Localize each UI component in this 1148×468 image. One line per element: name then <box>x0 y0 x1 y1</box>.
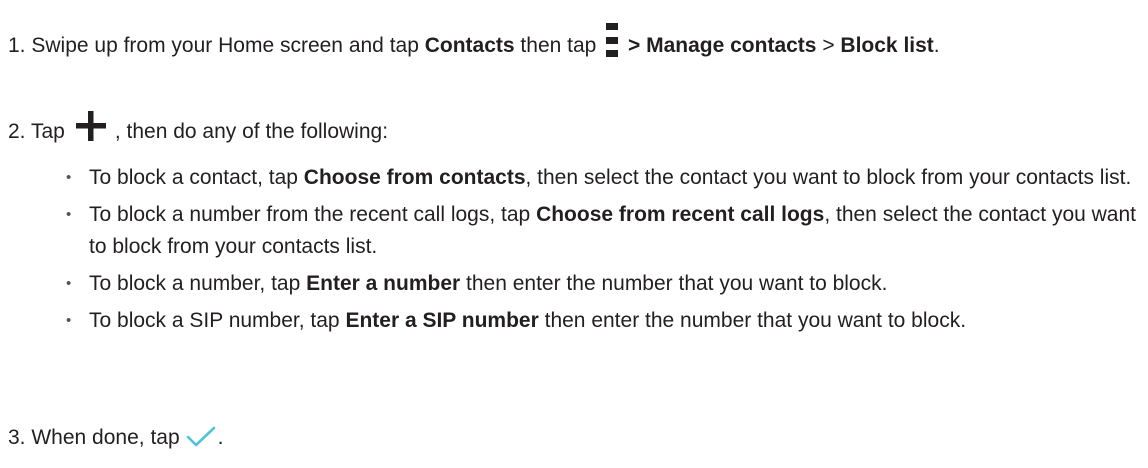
step-number: 2. <box>8 120 26 143</box>
step-2: 2. Tap , then do any of the following: <box>8 110 388 146</box>
menu-icon <box>606 23 619 57</box>
bullet-icon: • <box>66 169 72 186</box>
list-item: • To block a contact, tap Choose from con… <box>58 162 1138 194</box>
step-text: > <box>816 34 841 57</box>
check-icon <box>186 426 215 447</box>
choose-from-contacts-label: Choose from contacts <box>303 166 526 189</box>
bullet-icon: • <box>66 206 72 223</box>
block-list-label: Block list <box>840 34 934 57</box>
enter-a-number-label: Enter a number <box>306 272 461 295</box>
step-1: 1. Swipe up from your Home screen and ta… <box>8 23 940 60</box>
step-number: 3. <box>8 426 26 449</box>
list-item-text: To block a SIP number, tap <box>89 309 346 332</box>
list-item: • To block a number from the recent call … <box>58 199 1138 263</box>
step-text: When done, tap <box>31 426 180 449</box>
step-text: Swipe up from your Home screen and tap <box>31 34 425 57</box>
manage-contacts-label: > Manage contacts <box>622 34 817 57</box>
list-item: • To block a SIP number, tap Enter a SIP … <box>58 305 1138 337</box>
step-3: 3. When done, tap . <box>8 424 223 452</box>
options-list: • To block a contact, tap Choose from con… <box>58 162 1138 342</box>
bullet-icon: • <box>66 275 72 292</box>
choose-from-recent-call-logs-label: Choose from recent call logs <box>536 203 825 226</box>
step-text: then tap <box>514 34 603 57</box>
step-text: , then do any of the following: <box>114 120 389 143</box>
enter-a-sip-number-label: Enter a SIP number <box>345 309 539 332</box>
list-item-text: To block a number from the recent call l… <box>89 203 537 226</box>
step-number: 1. <box>8 34 26 57</box>
contacts-label: Contacts <box>424 34 515 57</box>
list-item: • To block a number, tap Enter a number t… <box>58 268 1138 300</box>
step-text: . <box>217 426 224 449</box>
list-item-text: then enter the number that you want to b… <box>538 309 967 332</box>
list-item-text: To block a number, tap <box>89 272 307 295</box>
step-text: . <box>933 34 940 57</box>
list-item-text: To block a contact, tap <box>89 166 304 189</box>
step-text: Tap <box>30 120 65 143</box>
list-item-text: then enter the number that you want to b… <box>460 272 888 295</box>
bullet-icon: • <box>66 312 72 329</box>
list-item-text: , then select the contact you want to bl… <box>525 166 1132 189</box>
plus-icon <box>75 111 106 141</box>
